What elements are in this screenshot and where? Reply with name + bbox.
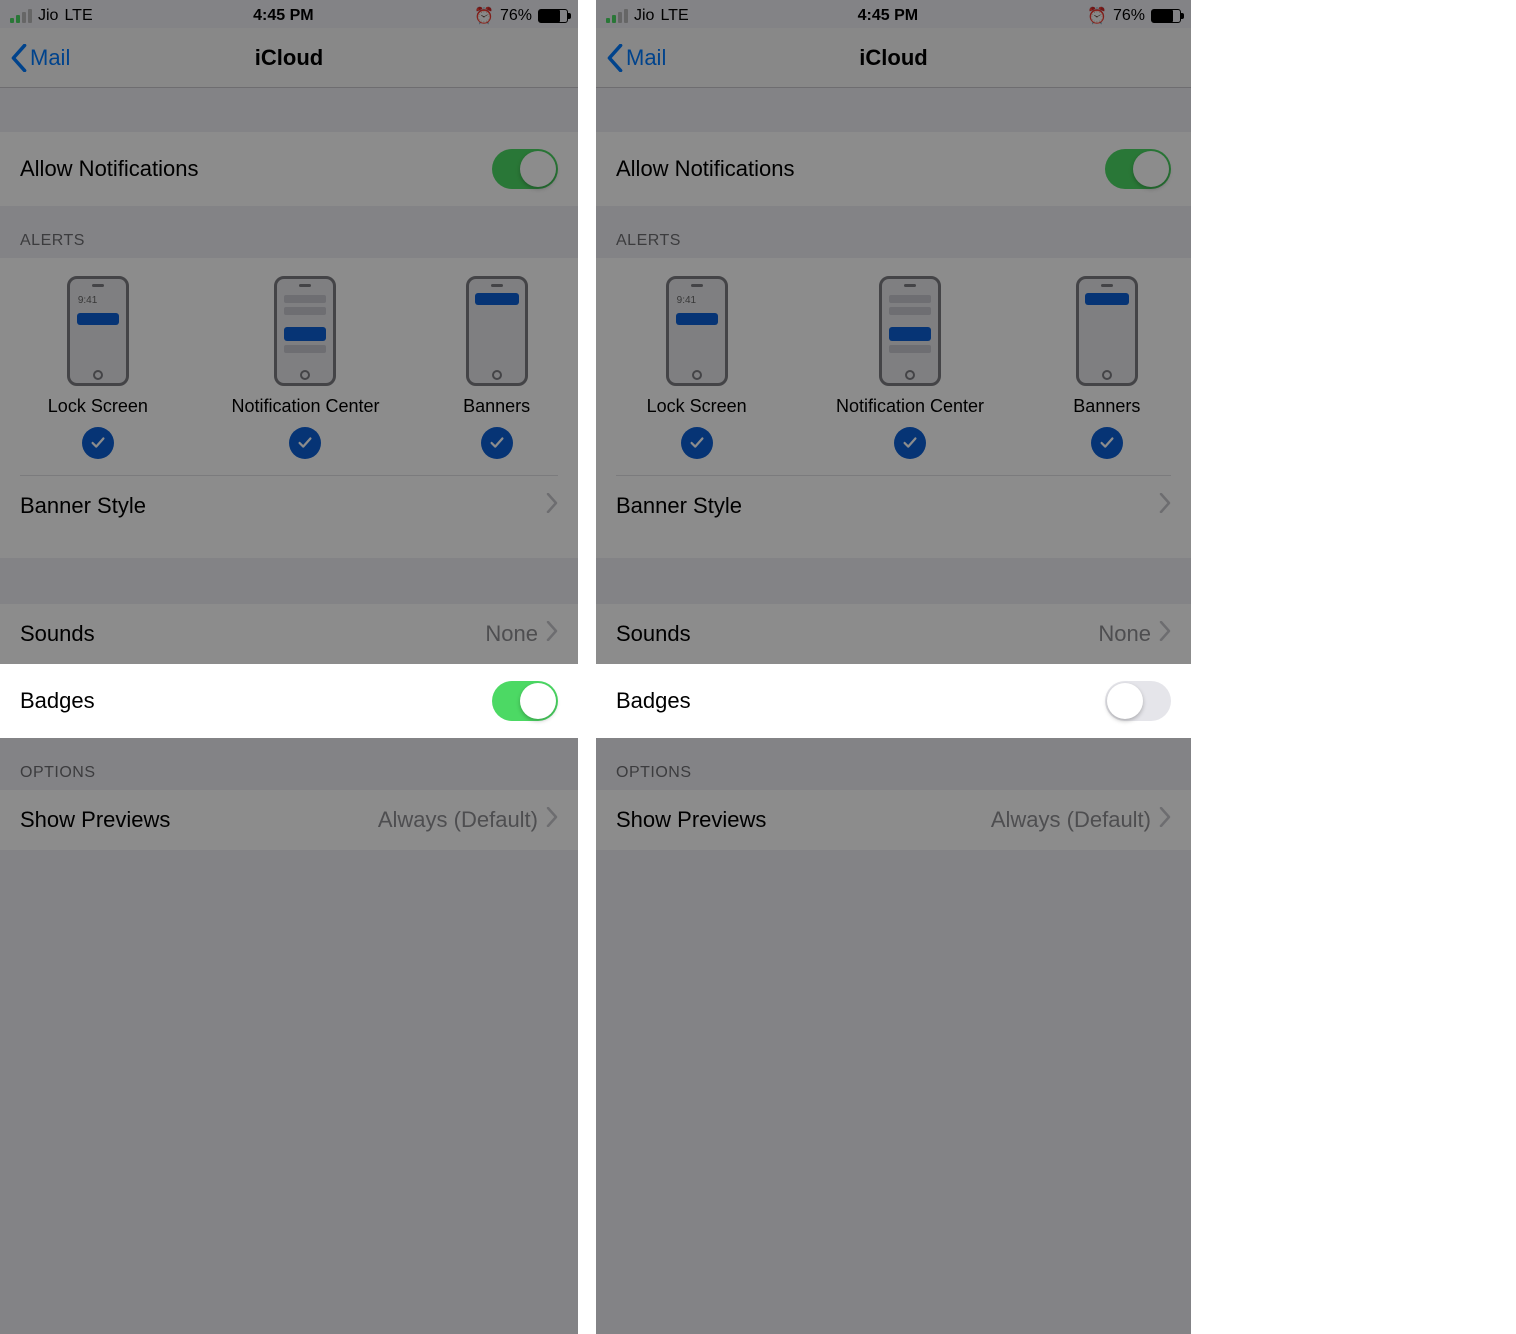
alert-type-lockscreen[interactable]: 9:41 Lock Screen: [48, 276, 148, 459]
page-title: iCloud: [0, 45, 578, 71]
alerts-panel: 9:41 Lock Screen Notification Center: [0, 258, 578, 558]
badges-toggle[interactable]: [1105, 681, 1171, 721]
chevron-right-icon: [546, 493, 558, 519]
status-bar: Jio LTE 4:45 PM ⏰ 76%: [596, 0, 1191, 28]
allow-notifications-label: Allow Notifications: [616, 156, 795, 182]
status-bar: Jio LTE 4:45 PM ⏰ 76%: [0, 0, 578, 28]
alert-lock-label: Lock Screen: [48, 396, 148, 417]
alarm-icon: ⏰: [474, 6, 494, 26]
chevron-left-icon: [10, 44, 28, 72]
battery-icon: [538, 9, 568, 23]
show-previews-row[interactable]: Show Previews Always (Default): [0, 790, 578, 850]
nav-bar: Mail iCloud: [596, 28, 1191, 88]
check-icon: [681, 427, 713, 459]
notification-center-preview-icon: [879, 276, 941, 386]
lockscreen-preview-icon: 9:41: [67, 276, 129, 386]
carrier-label: Jio: [38, 7, 58, 25]
lockscreen-time: 9:41: [677, 295, 696, 306]
back-label: Mail: [626, 45, 666, 71]
allow-notifications-toggle[interactable]: [492, 149, 558, 189]
banners-preview-icon: [1076, 276, 1138, 386]
alert-type-banners[interactable]: Banners: [463, 276, 530, 459]
check-icon: [894, 427, 926, 459]
back-label: Mail: [30, 45, 70, 71]
sounds-row[interactable]: Sounds None: [0, 604, 578, 664]
network-label: LTE: [64, 7, 92, 25]
alert-type-banners[interactable]: Banners: [1073, 276, 1140, 459]
nav-bar: Mail iCloud: [0, 28, 578, 88]
lockscreen-time: 9:41: [78, 295, 97, 306]
alert-nc-label: Notification Center: [231, 396, 379, 417]
show-previews-value: Always (Default): [378, 807, 538, 833]
allow-notifications-label: Allow Notifications: [20, 156, 199, 182]
lockscreen-preview-icon: 9:41: [666, 276, 728, 386]
alert-lock-label: Lock Screen: [647, 396, 747, 417]
chevron-right-icon: [1159, 807, 1171, 833]
alerts-header: ALERTS: [596, 206, 1191, 258]
check-icon: [82, 427, 114, 459]
alert-banners-label: Banners: [1073, 396, 1140, 417]
banner-style-label: Banner Style: [616, 493, 742, 519]
chevron-right-icon: [1159, 493, 1171, 519]
chevron-right-icon: [546, 807, 558, 833]
alert-banners-label: Banners: [463, 396, 530, 417]
sounds-value: None: [485, 621, 538, 647]
badges-toggle[interactable]: [492, 681, 558, 721]
carrier-label: Jio: [634, 7, 654, 25]
show-previews-label: Show Previews: [20, 807, 170, 833]
check-icon: [481, 427, 513, 459]
battery-icon: [1151, 9, 1181, 23]
screen-left: Jio LTE 4:45 PM ⏰ 76% Mail iCloud Allow …: [0, 0, 578, 1334]
badges-label: Badges: [20, 688, 95, 714]
options-header: OPTIONS: [596, 738, 1191, 790]
check-icon: [1091, 427, 1123, 459]
page-title: iCloud: [596, 45, 1191, 71]
sounds-label: Sounds: [20, 621, 95, 647]
chevron-left-icon: [606, 44, 624, 72]
alert-type-notification-center[interactable]: Notification Center: [836, 276, 984, 459]
signal-icon: [606, 9, 628, 23]
alarm-icon: ⏰: [1087, 6, 1107, 26]
banner-style-label: Banner Style: [20, 493, 146, 519]
chevron-right-icon: [1159, 621, 1171, 647]
allow-notifications-row[interactable]: Allow Notifications: [0, 132, 578, 206]
sounds-label: Sounds: [616, 621, 691, 647]
back-button[interactable]: Mail: [10, 44, 70, 72]
show-previews-label: Show Previews: [616, 807, 766, 833]
signal-icon: [10, 9, 32, 23]
banner-style-row[interactable]: Banner Style: [616, 475, 1171, 536]
alerts-panel: 9:41 Lock Screen Notification Center: [596, 258, 1191, 558]
battery-pct: 76%: [500, 7, 532, 25]
badges-row[interactable]: Badges: [596, 664, 1191, 738]
screen-right: Jio LTE 4:45 PM ⏰ 76% Mail iCloud Allow …: [596, 0, 1191, 1334]
alert-type-lockscreen[interactable]: 9:41 Lock Screen: [647, 276, 747, 459]
alert-type-notification-center[interactable]: Notification Center: [231, 276, 379, 459]
back-button[interactable]: Mail: [606, 44, 666, 72]
network-label: LTE: [660, 7, 688, 25]
allow-notifications-row[interactable]: Allow Notifications: [596, 132, 1191, 206]
options-header: OPTIONS: [0, 738, 578, 790]
battery-pct: 76%: [1113, 7, 1145, 25]
show-previews-row[interactable]: Show Previews Always (Default): [596, 790, 1191, 850]
allow-notifications-toggle[interactable]: [1105, 149, 1171, 189]
chevron-right-icon: [546, 621, 558, 647]
show-previews-value: Always (Default): [991, 807, 1151, 833]
sounds-value: None: [1098, 621, 1151, 647]
banner-style-row[interactable]: Banner Style: [20, 475, 558, 536]
badges-label: Badges: [616, 688, 691, 714]
status-time: 4:45 PM: [858, 7, 918, 25]
badges-row[interactable]: Badges: [0, 664, 578, 738]
alerts-header: ALERTS: [0, 206, 578, 258]
sounds-row[interactable]: Sounds None: [596, 604, 1191, 664]
notification-center-preview-icon: [274, 276, 336, 386]
status-time: 4:45 PM: [253, 7, 313, 25]
banners-preview-icon: [466, 276, 528, 386]
check-icon: [289, 427, 321, 459]
alert-nc-label: Notification Center: [836, 396, 984, 417]
